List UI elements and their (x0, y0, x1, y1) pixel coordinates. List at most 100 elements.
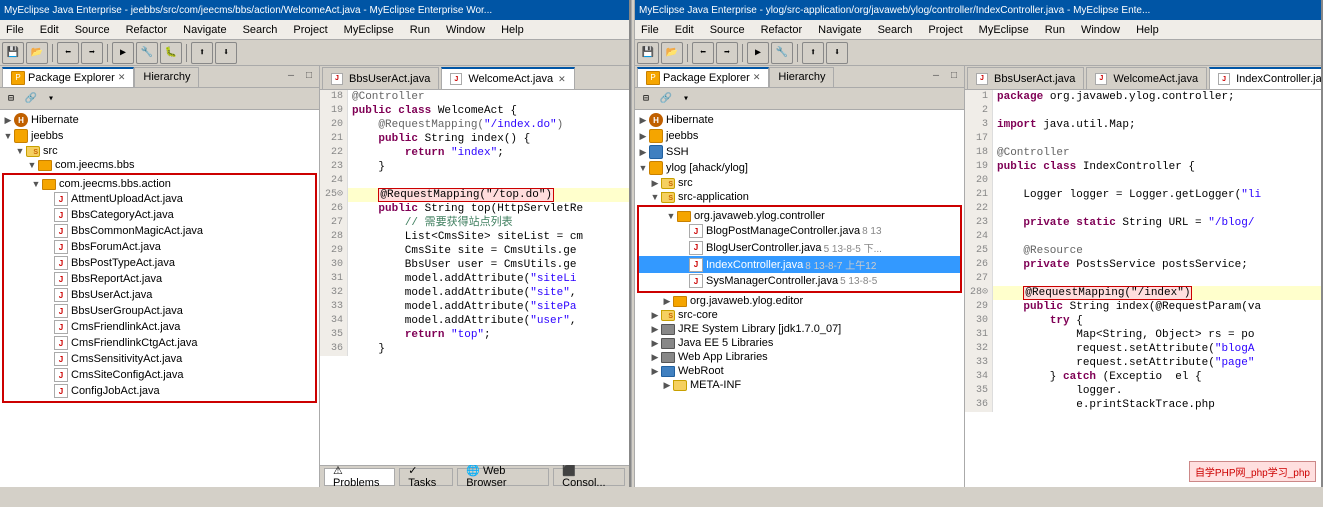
right-tree-bloguser[interactable]: J BlogUserController.java 5 13-8-5 下... (639, 239, 960, 256)
menu-navigate-left[interactable]: Navigate (179, 22, 230, 38)
right-link-editor-icon[interactable]: 🔗 (657, 90, 675, 108)
menu-myeclipse-right[interactable]: MyEclipse (975, 22, 1033, 38)
right-hierarchy-tab[interactable]: Hierarchy (769, 67, 834, 87)
toolbar-btn-8[interactable]: ⬇ (215, 42, 237, 64)
right-tree-sysmanager[interactable]: J SysManagerController.java 5 13-8-5 (639, 273, 960, 289)
right-tree-controller-pkg[interactable]: ▼ org.javaweb.ylog.controller (639, 209, 960, 223)
right-collapse-all-icon[interactable]: ⊟ (637, 90, 655, 108)
tree-cmssensitivity[interactable]: J CmsSensitivityAct.java (4, 351, 315, 367)
menu-run-right[interactable]: Run (1041, 22, 1069, 38)
tree-configjob[interactable]: J ConfigJobAct.java (4, 383, 315, 399)
menu-refactor-left[interactable]: Refactor (122, 22, 172, 38)
right-toolbar-btn-6[interactable]: ⬆ (802, 42, 824, 64)
left-tree-area[interactable]: ▶ H Hibernate ▼ jeebbs ▼ (0, 110, 319, 487)
right-tree-webapp[interactable]: ▶ Web App Libraries (635, 350, 964, 364)
tree-jeebbs[interactable]: ▼ jeebbs (0, 128, 319, 144)
tree-cmssiteconfig[interactable]: J CmsSiteConfigAct.java (4, 367, 315, 383)
left-tab2-close[interactable]: ✕ (558, 74, 566, 85)
toolbar-btn-4[interactable]: ➡ (81, 42, 103, 64)
right-tree-jeebbs[interactable]: ▶ jeebbs (635, 128, 964, 144)
tree-bbscommon[interactable]: J BbsCommonMagicAct.java (4, 223, 315, 239)
left-editor-content[interactable]: 18 @Controller 19 public class WelcomeAc… (320, 90, 629, 465)
tree-cmsfriendlinkctg[interactable]: J CmsFriendlinkCtgAct.java (4, 335, 315, 351)
toolbar-btn-6[interactable]: 🐛 (160, 42, 182, 64)
bottom-tab-webbrowser[interactable]: 🌐 Web Browser (457, 468, 549, 486)
right-maximize-icon[interactable]: □ (946, 69, 962, 85)
tree-bbsposttype[interactable]: J BbsPostTypeAct.java (4, 255, 315, 271)
menu-help-right[interactable]: Help (1132, 22, 1163, 38)
menu-file-right[interactable]: File (637, 22, 663, 38)
right-toolbar-btn-4[interactable]: ➡ (716, 42, 738, 64)
right-toolbar-btn-7[interactable]: ⬇ (826, 42, 848, 64)
toolbar-btn-1[interactable]: 💾 (2, 42, 24, 64)
tree-hibernate[interactable]: ▶ H Hibernate (0, 112, 319, 128)
bottom-tab-problems[interactable]: ⚠ Problems (324, 468, 395, 486)
right-tree-hibernate[interactable]: ▶ H Hibernate (635, 112, 964, 128)
right-tree-blogpost[interactable]: J BlogPostManageController.java 8 13 (639, 223, 960, 239)
menu-search-left[interactable]: Search (239, 22, 282, 38)
right-tree-ylog[interactable]: ▼ ylog [ahack/ylog] (635, 160, 964, 176)
right-tree-indexcontroller[interactable]: J IndexController.java 8 13-8-7 上午12 (639, 256, 960, 273)
menu-myeclipse-left[interactable]: MyEclipse (340, 22, 398, 38)
menu-navigate-right[interactable]: Navigate (814, 22, 865, 38)
minimize-icon[interactable]: — (283, 69, 299, 85)
right-toolbar-btn-run[interactable]: ▶ (747, 42, 769, 64)
right-tree-ssh[interactable]: ▶ SSH (635, 144, 964, 160)
right-tree-jre[interactable]: ▶ JRE System Library [jdk1.7.0_07] (635, 322, 964, 336)
right-tree-javaee[interactable]: ▶ Java EE 5 Libraries (635, 336, 964, 350)
right-package-explorer-tab[interactable]: P Package Explorer ✕ (637, 67, 769, 87)
bottom-tab-tasks[interactable]: ✓ Tasks (399, 468, 453, 486)
tree-bbscategory[interactable]: J BbsCategoryAct.java (4, 207, 315, 223)
tree-menu-icon[interactable]: ▾ (42, 90, 60, 108)
right-tree-menu-icon[interactable]: ▾ (677, 90, 695, 108)
right-editor-tab-index[interactable]: J IndexController.java ✕ (1209, 67, 1321, 89)
bottom-tab-console[interactable]: ⬛ Consol... (553, 468, 625, 486)
tree-bbsforum[interactable]: J BbsForumAct.java (4, 239, 315, 255)
left-hierarchy-tab[interactable]: Hierarchy (134, 67, 199, 87)
tree-src[interactable]: ▼ src (0, 144, 319, 158)
menu-refactor-right[interactable]: Refactor (757, 22, 807, 38)
toolbar-btn-7[interactable]: ⬆ (191, 42, 213, 64)
tree-bbsusergroup[interactable]: J BbsUserGroupAct.java (4, 303, 315, 319)
menu-help-left[interactable]: Help (497, 22, 528, 38)
right-tree-area[interactable]: ▶ H Hibernate ▶ jeebbs ▶ SSH (635, 110, 964, 487)
menu-edit-left[interactable]: Edit (36, 22, 63, 38)
menu-file-left[interactable]: File (2, 22, 28, 38)
toolbar-btn-run[interactable]: ▶ (112, 42, 134, 64)
tree-bbsuser[interactable]: J BbsUserAct.java (4, 287, 315, 303)
menu-window-right[interactable]: Window (1077, 22, 1124, 38)
tree-com-jeecms-bbs[interactable]: ▼ com.jeecms.bbs (0, 158, 319, 172)
menu-source-left[interactable]: Source (71, 22, 114, 38)
maximize-icon[interactable]: □ (301, 69, 317, 85)
menu-source-right[interactable]: Source (706, 22, 749, 38)
tree-attment[interactable]: J AttmentUploadAct.java (4, 191, 315, 207)
right-tree-metainf[interactable]: ▶ META-INF (635, 378, 964, 392)
tree-com-jeecms-bbs-action[interactable]: ▼ com.jeecms.bbs.action (4, 177, 315, 191)
toolbar-btn-3[interactable]: ⬅ (57, 42, 79, 64)
right-tree-srcore[interactable]: ▶ src-core (635, 308, 964, 322)
right-toolbar-btn-5[interactable]: 🔧 (771, 42, 793, 64)
right-editor-tab-welcome[interactable]: J WelcomeAct.java (1086, 67, 1207, 89)
left-editor-tab-bbsuser[interactable]: J BbsUserAct.java (322, 67, 439, 89)
menu-run-left[interactable]: Run (406, 22, 434, 38)
collapse-all-icon[interactable]: ⊟ (2, 90, 20, 108)
right-toolbar-btn-3[interactable]: ⬅ (692, 42, 714, 64)
right-editor-tab-bbsuser[interactable]: J BbsUserAct.java (967, 67, 1084, 89)
menu-project-right[interactable]: Project (924, 22, 966, 38)
right-toolbar-btn-1[interactable]: 💾 (637, 42, 659, 64)
right-tree-webroot[interactable]: ▶ WebRoot (635, 364, 964, 378)
menu-edit-right[interactable]: Edit (671, 22, 698, 38)
right-tree-srcapp[interactable]: ▼ src-application (635, 190, 964, 204)
right-tree-src[interactable]: ▶ src (635, 176, 964, 190)
toolbar-btn-2[interactable]: 📂 (26, 42, 48, 64)
right-tree-editor-pkg[interactable]: ▶ org.javaweb.ylog.editor (635, 294, 964, 308)
menu-window-left[interactable]: Window (442, 22, 489, 38)
tree-cmsfriendlink[interactable]: J CmsFriendlinkAct.java (4, 319, 315, 335)
right-toolbar-btn-2[interactable]: 📂 (661, 42, 683, 64)
menu-project-left[interactable]: Project (289, 22, 331, 38)
link-editor-icon[interactable]: 🔗 (22, 90, 40, 108)
toolbar-btn-5[interactable]: 🔧 (136, 42, 158, 64)
left-package-explorer-tab[interactable]: P Package Explorer ✕ (2, 67, 134, 87)
menu-search-right[interactable]: Search (874, 22, 917, 38)
tree-bbsreport[interactable]: J BbsReportAct.java (4, 271, 315, 287)
